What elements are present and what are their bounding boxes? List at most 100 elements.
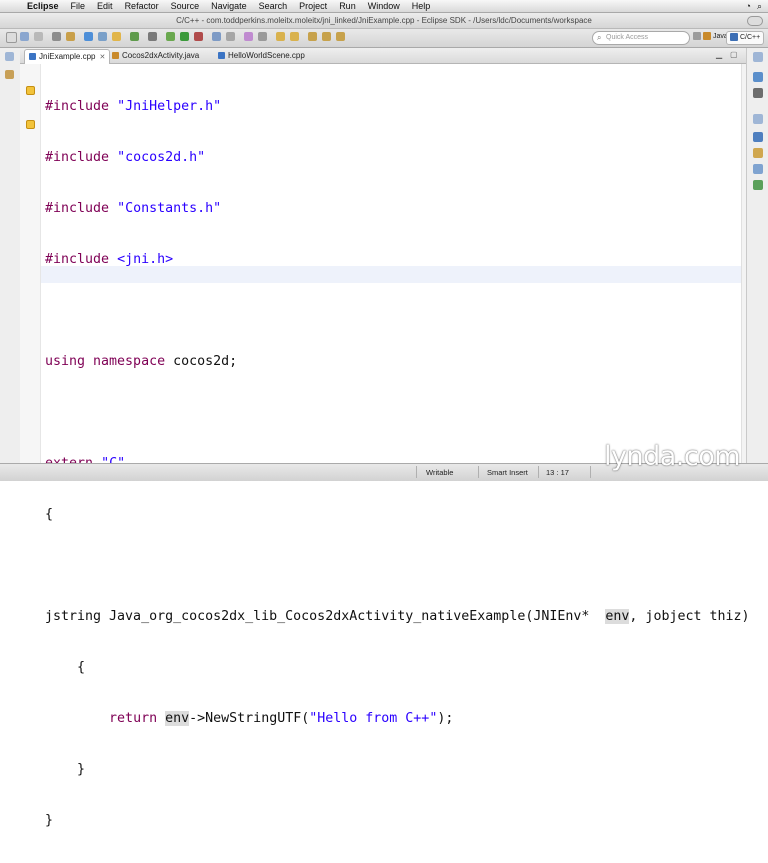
- menu-run[interactable]: Run: [334, 1, 363, 11]
- minimize-editor-icon[interactable]: ▁: [716, 50, 722, 59]
- perspective-cpp[interactable]: C/C++: [726, 31, 765, 45]
- restore-view-icon[interactable]: [753, 114, 763, 124]
- status-writable: Writable: [426, 468, 454, 477]
- warning-marker-icon[interactable]: [26, 120, 35, 129]
- maximize-editor-icon[interactable]: ▢: [730, 50, 738, 59]
- code-line-1: #include "JniHelper.h": [45, 99, 222, 114]
- function-signature-end: , jobject thiz): [629, 609, 750, 624]
- status-divider: [478, 466, 479, 478]
- problems-icon[interactable]: [753, 148, 763, 158]
- properties-icon[interactable]: [753, 180, 763, 190]
- menu-navigate[interactable]: Navigate: [206, 1, 254, 11]
- java-file-icon: [112, 52, 119, 59]
- tab-cocos2dxactivity[interactable]: Cocos2dxActivity.java: [108, 49, 203, 63]
- project-explorer-icon[interactable]: [5, 70, 14, 79]
- run-icon[interactable]: [180, 32, 189, 41]
- menu-project[interactable]: Project: [294, 1, 334, 11]
- main-toolbar: ⌕ Quick Access Java C/C++: [0, 29, 768, 48]
- search-icon: ⌕: [597, 33, 602, 42]
- function-signature: jstring Java_org_cocos2dx_lib_Cocos2dxAc…: [45, 609, 606, 624]
- restore-view-icon[interactable]: [5, 52, 14, 61]
- cpp-file-icon: [218, 52, 225, 59]
- quick-access-placeholder: Quick Access: [606, 34, 649, 41]
- tab-helloworldscene[interactable]: HelloWorldScene.cpp: [214, 49, 309, 63]
- include-cocos2d: "cocos2d.h": [117, 150, 206, 165]
- new-header-icon[interactable]: [112, 32, 121, 41]
- toggle-mark-icon[interactable]: [244, 32, 253, 41]
- include-jnihelper: "JniHelper.h": [117, 99, 222, 114]
- outline-icon[interactable]: [753, 72, 763, 82]
- menu-file[interactable]: File: [66, 1, 93, 11]
- menu-search[interactable]: Search: [254, 1, 295, 11]
- tab-jniexample[interactable]: JniExample.cpp ✕: [24, 49, 111, 64]
- return-end: );: [437, 711, 454, 726]
- java-perspective-icon: [703, 32, 711, 41]
- build-config-icon[interactable]: [66, 32, 75, 41]
- debug-icon[interactable]: [166, 32, 175, 41]
- menu-refactor[interactable]: Refactor: [120, 1, 166, 11]
- console-icon[interactable]: [753, 132, 763, 142]
- open-element-icon[interactable]: [226, 32, 235, 41]
- right-trim-bar: [746, 48, 768, 463]
- close-icon[interactable]: ✕: [99, 54, 105, 61]
- window-title-bar: C/C++ - com.toddperkins.moleitx.moleitx/…: [0, 13, 768, 29]
- include-jni: <jni.h>: [117, 252, 174, 267]
- make-target-icon[interactable]: [753, 88, 763, 98]
- menu-bar-extras: ◔ ⌕: [746, 1, 768, 12]
- menu-source[interactable]: Source: [166, 1, 207, 11]
- code-line-11: jstring Java_org_cocos2dx_lib_Cocos2dxAc…: [45, 608, 750, 625]
- save-icon[interactable]: [20, 32, 29, 41]
- status-divider: [538, 466, 539, 478]
- new-class-icon[interactable]: [130, 32, 139, 41]
- print-icon[interactable]: [34, 32, 43, 41]
- status-divider: [416, 466, 417, 478]
- tab-helloworldscene-label: HelloWorldScene.cpp: [228, 51, 305, 60]
- search-toolbar-icon[interactable]: [148, 32, 157, 41]
- spotlight-icon[interactable]: ⌕: [757, 1, 762, 12]
- code-line-15: }: [45, 813, 54, 828]
- code-line-14: }: [45, 762, 86, 777]
- code-line-13: return env->NewStringUTF("Hello from C++…: [109, 711, 454, 726]
- back-icon[interactable]: [322, 32, 331, 41]
- warning-marker-icon[interactable]: [26, 86, 35, 95]
- status-cursor-position: 13 : 17: [546, 468, 569, 477]
- new-icon[interactable]: [6, 32, 17, 43]
- namespace-name: cocos2d;: [173, 354, 238, 369]
- status-divider: [590, 466, 591, 478]
- status-insert-mode[interactable]: Smart Insert: [487, 468, 528, 477]
- external-tools-icon[interactable]: [194, 32, 203, 41]
- prev-annotation-icon[interactable]: [290, 32, 299, 41]
- wifi-icon[interactable]: ◔: [746, 1, 751, 11]
- next-annotation-icon[interactable]: [276, 32, 285, 41]
- new-source-icon[interactable]: [98, 32, 107, 41]
- return-call: ->NewStringUTF(: [189, 711, 310, 726]
- editor-gutter: [20, 64, 41, 463]
- cpp-perspective-icon: [730, 33, 738, 42]
- show-whitespace-icon[interactable]: [258, 32, 267, 41]
- code-line-9: {: [45, 507, 54, 522]
- toolbar-toggle-button[interactable]: [747, 16, 763, 26]
- restore-view-icon[interactable]: [753, 52, 763, 62]
- menu-window[interactable]: Window: [363, 1, 407, 11]
- build-icon[interactable]: [52, 32, 61, 41]
- perspective-cpp-label: C/C++: [740, 34, 761, 41]
- tab-jniexample-label: JniExample.cpp: [39, 52, 96, 61]
- code-line-6: using namespace cocos2d;: [45, 354, 238, 369]
- quick-access-input[interactable]: ⌕ Quick Access: [592, 31, 690, 45]
- code-line-12: {: [45, 660, 86, 675]
- new-project-icon[interactable]: [84, 32, 93, 41]
- menu-eclipse[interactable]: Eclipse: [22, 1, 66, 11]
- menu-edit[interactable]: Edit: [92, 1, 120, 11]
- last-edit-icon[interactable]: [308, 32, 317, 41]
- lynda-watermark: lynda.com: [604, 441, 741, 472]
- menu-help[interactable]: Help: [407, 1, 438, 11]
- code-editor[interactable]: #include "JniHelper.h" #include "cocos2d…: [41, 64, 750, 828]
- cpp-file-icon: [29, 53, 36, 60]
- open-type-icon[interactable]: [212, 32, 221, 41]
- tasks-icon[interactable]: [753, 164, 763, 174]
- tab-cocos2dxactivity-label: Cocos2dxActivity.java: [122, 51, 200, 60]
- code-line-3: #include "Constants.h": [45, 201, 222, 216]
- code-line-2: #include "cocos2d.h": [45, 150, 206, 165]
- forward-icon[interactable]: [336, 32, 345, 41]
